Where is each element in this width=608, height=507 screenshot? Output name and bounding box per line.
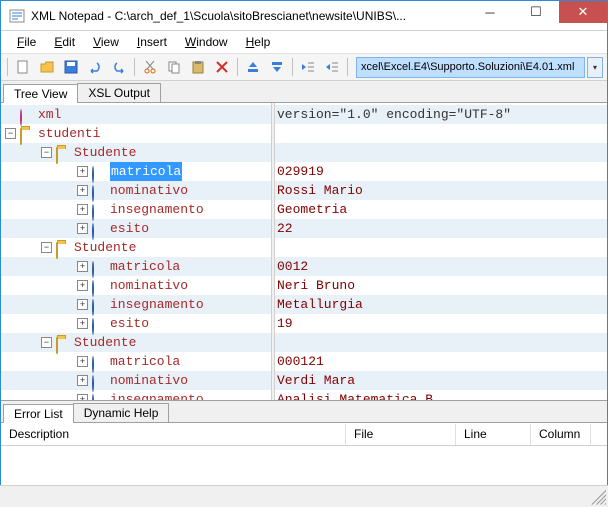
expand-icon[interactable]: +: [77, 280, 88, 291]
tree-node-esito[interactable]: +esito: [1, 314, 271, 333]
expand-icon[interactable]: +: [77, 394, 88, 400]
value-cell[interactable]: Metallurgia: [275, 295, 607, 314]
collapse-icon[interactable]: −: [41, 147, 52, 158]
paste-button[interactable]: [187, 56, 209, 78]
value-cell[interactable]: [275, 238, 607, 257]
tree-node-studente[interactable]: −Studente: [1, 143, 271, 162]
value-cell[interactable]: Analisi Matematica B: [275, 390, 607, 400]
tree-node-matricola[interactable]: +matricola: [1, 257, 271, 276]
value-cell[interactable]: 000121: [275, 352, 607, 371]
expand-icon[interactable]: +: [77, 166, 88, 177]
value-cell[interactable]: [275, 124, 607, 143]
value-cell[interactable]: [275, 333, 607, 352]
collapse-icon[interactable]: −: [5, 128, 16, 139]
new-button[interactable]: [12, 56, 34, 78]
col-description[interactable]: Description: [1, 424, 346, 445]
movedown-button[interactable]: [266, 56, 288, 78]
value-cell[interactable]: Rossi Mario: [275, 181, 607, 200]
value-cell[interactable]: 19: [275, 314, 607, 333]
tree-node-nominativo[interactable]: +nominativo: [1, 371, 271, 390]
expand-icon[interactable]: +: [77, 223, 88, 234]
tab-xsl-output[interactable]: XSL Output: [77, 83, 161, 102]
indent-button[interactable]: [321, 56, 343, 78]
undo-button[interactable]: [84, 56, 106, 78]
expand-icon[interactable]: +: [77, 204, 88, 215]
value-cell[interactable]: Geometria: [275, 200, 607, 219]
close-button[interactable]: ✕: [559, 1, 607, 23]
col-column[interactable]: Column: [531, 424, 591, 445]
tree-node-studente[interactable]: −Studente: [1, 333, 271, 352]
values-panel[interactable]: version="1.0" encoding="UTF-8" 029919 Ro…: [275, 103, 607, 400]
tree-panel[interactable]: xml −studenti −Studente +matricola +nomi…: [1, 103, 271, 400]
menu-insert[interactable]: Insert: [129, 33, 175, 51]
redo-button[interactable]: [108, 56, 130, 78]
tree-node-matricola[interactable]: +matricola: [1, 352, 271, 371]
save-button[interactable]: [60, 56, 82, 78]
menu-window[interactable]: Window: [177, 33, 236, 51]
col-line[interactable]: Line: [456, 424, 531, 445]
menubar: File Edit View Insert Window Help: [1, 31, 607, 53]
menu-edit[interactable]: Edit: [46, 33, 83, 51]
col-file[interactable]: File: [346, 424, 456, 445]
tree-node-nominativo[interactable]: +nominativo: [1, 276, 271, 295]
tree-node-esito[interactable]: +esito: [1, 219, 271, 238]
tree-node-insegnamento[interactable]: +insegnamento: [1, 200, 271, 219]
tree-node-insegnamento[interactable]: +insegnamento: [1, 390, 271, 400]
value-cell[interactable]: Verdi Mara: [275, 371, 607, 390]
tree-node-matricola[interactable]: +matricola: [1, 162, 271, 181]
path-dropdown[interactable]: ▾: [587, 57, 603, 78]
expand-icon[interactable]: +: [77, 185, 88, 196]
menu-help[interactable]: Help: [238, 33, 279, 51]
tree-node-insegnamento[interactable]: +insegnamento: [1, 295, 271, 314]
value-cell[interactable]: Neri Bruno: [275, 276, 607, 295]
tab-dynamic-help[interactable]: Dynamic Help: [73, 403, 170, 422]
cut-button[interactable]: [139, 56, 161, 78]
bottom-tabs: Error List Dynamic Help: [1, 401, 607, 423]
grid-head: Description File Line Column: [1, 424, 607, 446]
tree-node-studente[interactable]: −Studente: [1, 238, 271, 257]
open-button[interactable]: [36, 56, 58, 78]
content-area: xml −studenti −Studente +matricola +nomi…: [1, 103, 607, 401]
collapse-icon[interactable]: −: [41, 242, 52, 253]
xml-declaration[interactable]: version="1.0" encoding="UTF-8": [275, 105, 607, 124]
expand-icon[interactable]: +: [77, 261, 88, 272]
tab-error-list[interactable]: Error List: [3, 404, 74, 423]
tree-node-xml[interactable]: xml: [1, 105, 271, 124]
value-cell[interactable]: 029919: [275, 162, 607, 181]
expand-icon[interactable]: +: [77, 356, 88, 367]
tab-tree-view[interactable]: Tree View: [3, 84, 78, 103]
delete-button[interactable]: [211, 56, 233, 78]
minimize-button[interactable]: ─: [467, 1, 513, 23]
statusbar: [0, 485, 608, 507]
value-cell[interactable]: [275, 143, 607, 162]
app-icon: [9, 8, 25, 24]
expand-icon[interactable]: +: [77, 375, 88, 386]
menu-file[interactable]: File: [9, 33, 44, 51]
menu-view[interactable]: View: [85, 33, 127, 51]
window-buttons: ─ ☐ ✕: [467, 1, 607, 30]
maximize-button[interactable]: ☐: [513, 1, 559, 23]
value-cell[interactable]: 0012: [275, 257, 607, 276]
titlebar: XML Notepad - C:\arch_def_1\Scuola\sitoB…: [1, 1, 607, 31]
expand-icon[interactable]: +: [77, 318, 88, 329]
toolbar: xcel\Excel.E4\Supporto.Soluzioni\E4.01.x…: [1, 53, 607, 81]
collapse-icon[interactable]: −: [41, 337, 52, 348]
tree-node-nominativo[interactable]: +nominativo: [1, 181, 271, 200]
outdent-button[interactable]: [297, 56, 319, 78]
path-box[interactable]: xcel\Excel.E4\Supporto.Soluzioni\E4.01.x…: [356, 57, 585, 78]
moveup-button[interactable]: [242, 56, 264, 78]
window-title: XML Notepad - C:\arch_def_1\Scuola\sitoB…: [31, 9, 467, 23]
value-cell[interactable]: 22: [275, 219, 607, 238]
upper-tabs: Tree View XSL Output: [1, 81, 607, 103]
expand-icon[interactable]: +: [77, 299, 88, 310]
tree-node-studenti[interactable]: −studenti: [1, 124, 271, 143]
resize-grip-icon[interactable]: [590, 489, 606, 505]
copy-button[interactable]: [163, 56, 185, 78]
